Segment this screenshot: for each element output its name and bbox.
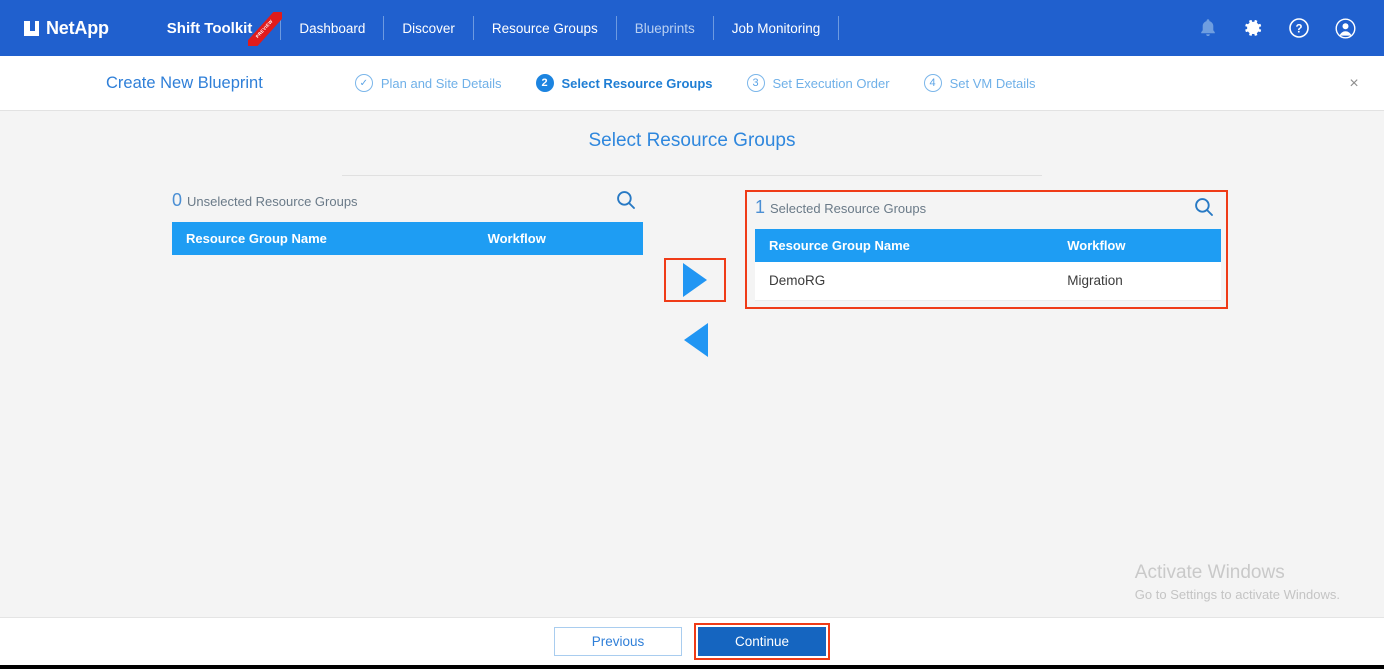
arrow-right-icon — [683, 263, 707, 297]
wizard-step-plan-and-site-details[interactable]: ✓ Plan and Site Details — [355, 74, 502, 92]
preview-ribbon-icon: PREVIEW — [248, 12, 282, 46]
cell-workflow: Migration — [1067, 262, 1221, 300]
notification-bell-icon[interactable] — [1199, 18, 1217, 38]
main-content: Select Resource Groups 0 Unselected Reso… — [0, 112, 1384, 617]
nav-icon-group: ? — [1199, 18, 1356, 39]
arrow-left-icon — [684, 323, 708, 357]
wizard-footer: Previous Continue — [0, 617, 1384, 665]
unselected-panel-header: 0 Unselected Resource Groups — [172, 190, 643, 222]
column-header-resource-group-name[interactable]: Resource Group Name — [172, 222, 488, 255]
search-icon[interactable] — [1193, 196, 1215, 218]
column-header-workflow[interactable]: Workflow — [488, 222, 643, 255]
nav-link-blueprints[interactable]: Blueprints — [617, 21, 713, 36]
move-left-button[interactable] — [665, 318, 727, 362]
top-navigation-bar: NetApp Shift Toolkit PREVIEW Dashboard D… — [0, 0, 1384, 56]
nav-divider — [838, 16, 839, 40]
wizard-header: Create New Blueprint ✓ Plan and Site Det… — [0, 56, 1384, 111]
selected-caption: Selected Resource Groups — [770, 201, 926, 216]
wizard-step-set-execution-order[interactable]: 3 Set Execution Order — [747, 74, 890, 92]
section-heading: Select Resource Groups — [0, 112, 1384, 152]
netapp-logo[interactable]: NetApp — [24, 18, 109, 39]
table-header-row: Resource Group Name Workflow — [172, 222, 643, 255]
selected-resource-groups-table: Resource Group Name Workflow DemoRG Migr… — [755, 229, 1221, 301]
wizard-step-select-resource-groups[interactable]: 2 Select Resource Groups — [536, 74, 713, 92]
wizard-step-list: ✓ Plan and Site Details 2 Select Resourc… — [355, 74, 1036, 92]
close-icon[interactable]: × — [1344, 74, 1364, 94]
selected-count: 1 — [755, 197, 765, 218]
step-label: Set Execution Order — [773, 76, 890, 91]
previous-button[interactable]: Previous — [554, 627, 682, 656]
continue-button[interactable]: Continue — [698, 627, 826, 656]
unselected-resource-groups-table: Resource Group Name Workflow — [172, 222, 643, 255]
watermark-title: Activate Windows — [1135, 561, 1340, 585]
app-root: NetApp Shift Toolkit PREVIEW Dashboard D… — [0, 0, 1384, 669]
page-title: Create New Blueprint — [106, 74, 263, 93]
nav-link-discover[interactable]: Discover — [384, 21, 473, 36]
cell-resource-group-name: DemoRG — [755, 262, 1067, 300]
windows-activation-watermark: Activate Windows Go to Settings to activ… — [1135, 561, 1340, 605]
step-number-badge: ✓ — [355, 74, 373, 92]
column-header-resource-group-name[interactable]: Resource Group Name — [755, 229, 1067, 262]
selected-table-body: DemoRG Migration — [755, 262, 1221, 300]
brand-name: NetApp — [46, 18, 109, 39]
selected-resource-groups-panel: 1 Selected Resource Groups Resource Grou… — [745, 190, 1228, 309]
nav-link-job-monitoring[interactable]: Job Monitoring — [714, 21, 839, 36]
settings-gear-icon[interactable] — [1243, 18, 1263, 38]
continue-button-annotation: Continue — [694, 623, 830, 660]
step-label: Set VM Details — [950, 76, 1036, 91]
nav-link-dashboard[interactable]: Dashboard — [281, 21, 383, 36]
help-question-icon[interactable]: ? — [1289, 18, 1309, 38]
selected-panel-header: 1 Selected Resource Groups — [755, 197, 1221, 229]
unselected-count: 0 — [172, 190, 182, 211]
preview-ribbon-label: PREVIEW — [248, 12, 282, 46]
resource-group-transfer: 0 Unselected Resource Groups Resource Gr… — [0, 190, 1384, 450]
step-label: Plan and Site Details — [381, 76, 502, 91]
table-header-row: Resource Group Name Workflow — [755, 229, 1221, 262]
step-number-badge: 4 — [924, 74, 942, 92]
user-account-icon[interactable] — [1335, 18, 1356, 39]
column-header-workflow[interactable]: Workflow — [1067, 229, 1221, 262]
step-label: Select Resource Groups — [562, 76, 713, 91]
netapp-mark-icon — [24, 21, 39, 36]
step-number-badge: 3 — [747, 74, 765, 92]
svg-text:?: ? — [1295, 23, 1302, 35]
unselected-caption: Unselected Resource Groups — [187, 194, 358, 209]
wizard-step-set-vm-details[interactable]: 4 Set VM Details — [924, 74, 1036, 92]
unselected-resource-groups-panel: 0 Unselected Resource Groups Resource Gr… — [172, 190, 643, 255]
watermark-subtitle: Go to Settings to activate Windows. — [1135, 585, 1340, 605]
move-right-button[interactable] — [664, 258, 726, 302]
search-icon[interactable] — [615, 189, 637, 211]
transfer-arrow-group — [664, 258, 736, 362]
product-title: Shift Toolkit PREVIEW — [167, 20, 275, 37]
step-number-badge: 2 — [536, 74, 554, 92]
table-row[interactable]: DemoRG Migration — [755, 262, 1221, 300]
heading-divider — [342, 175, 1042, 176]
nav-link-resource-groups[interactable]: Resource Groups — [474, 21, 616, 36]
product-name: Shift Toolkit — [167, 20, 253, 37]
